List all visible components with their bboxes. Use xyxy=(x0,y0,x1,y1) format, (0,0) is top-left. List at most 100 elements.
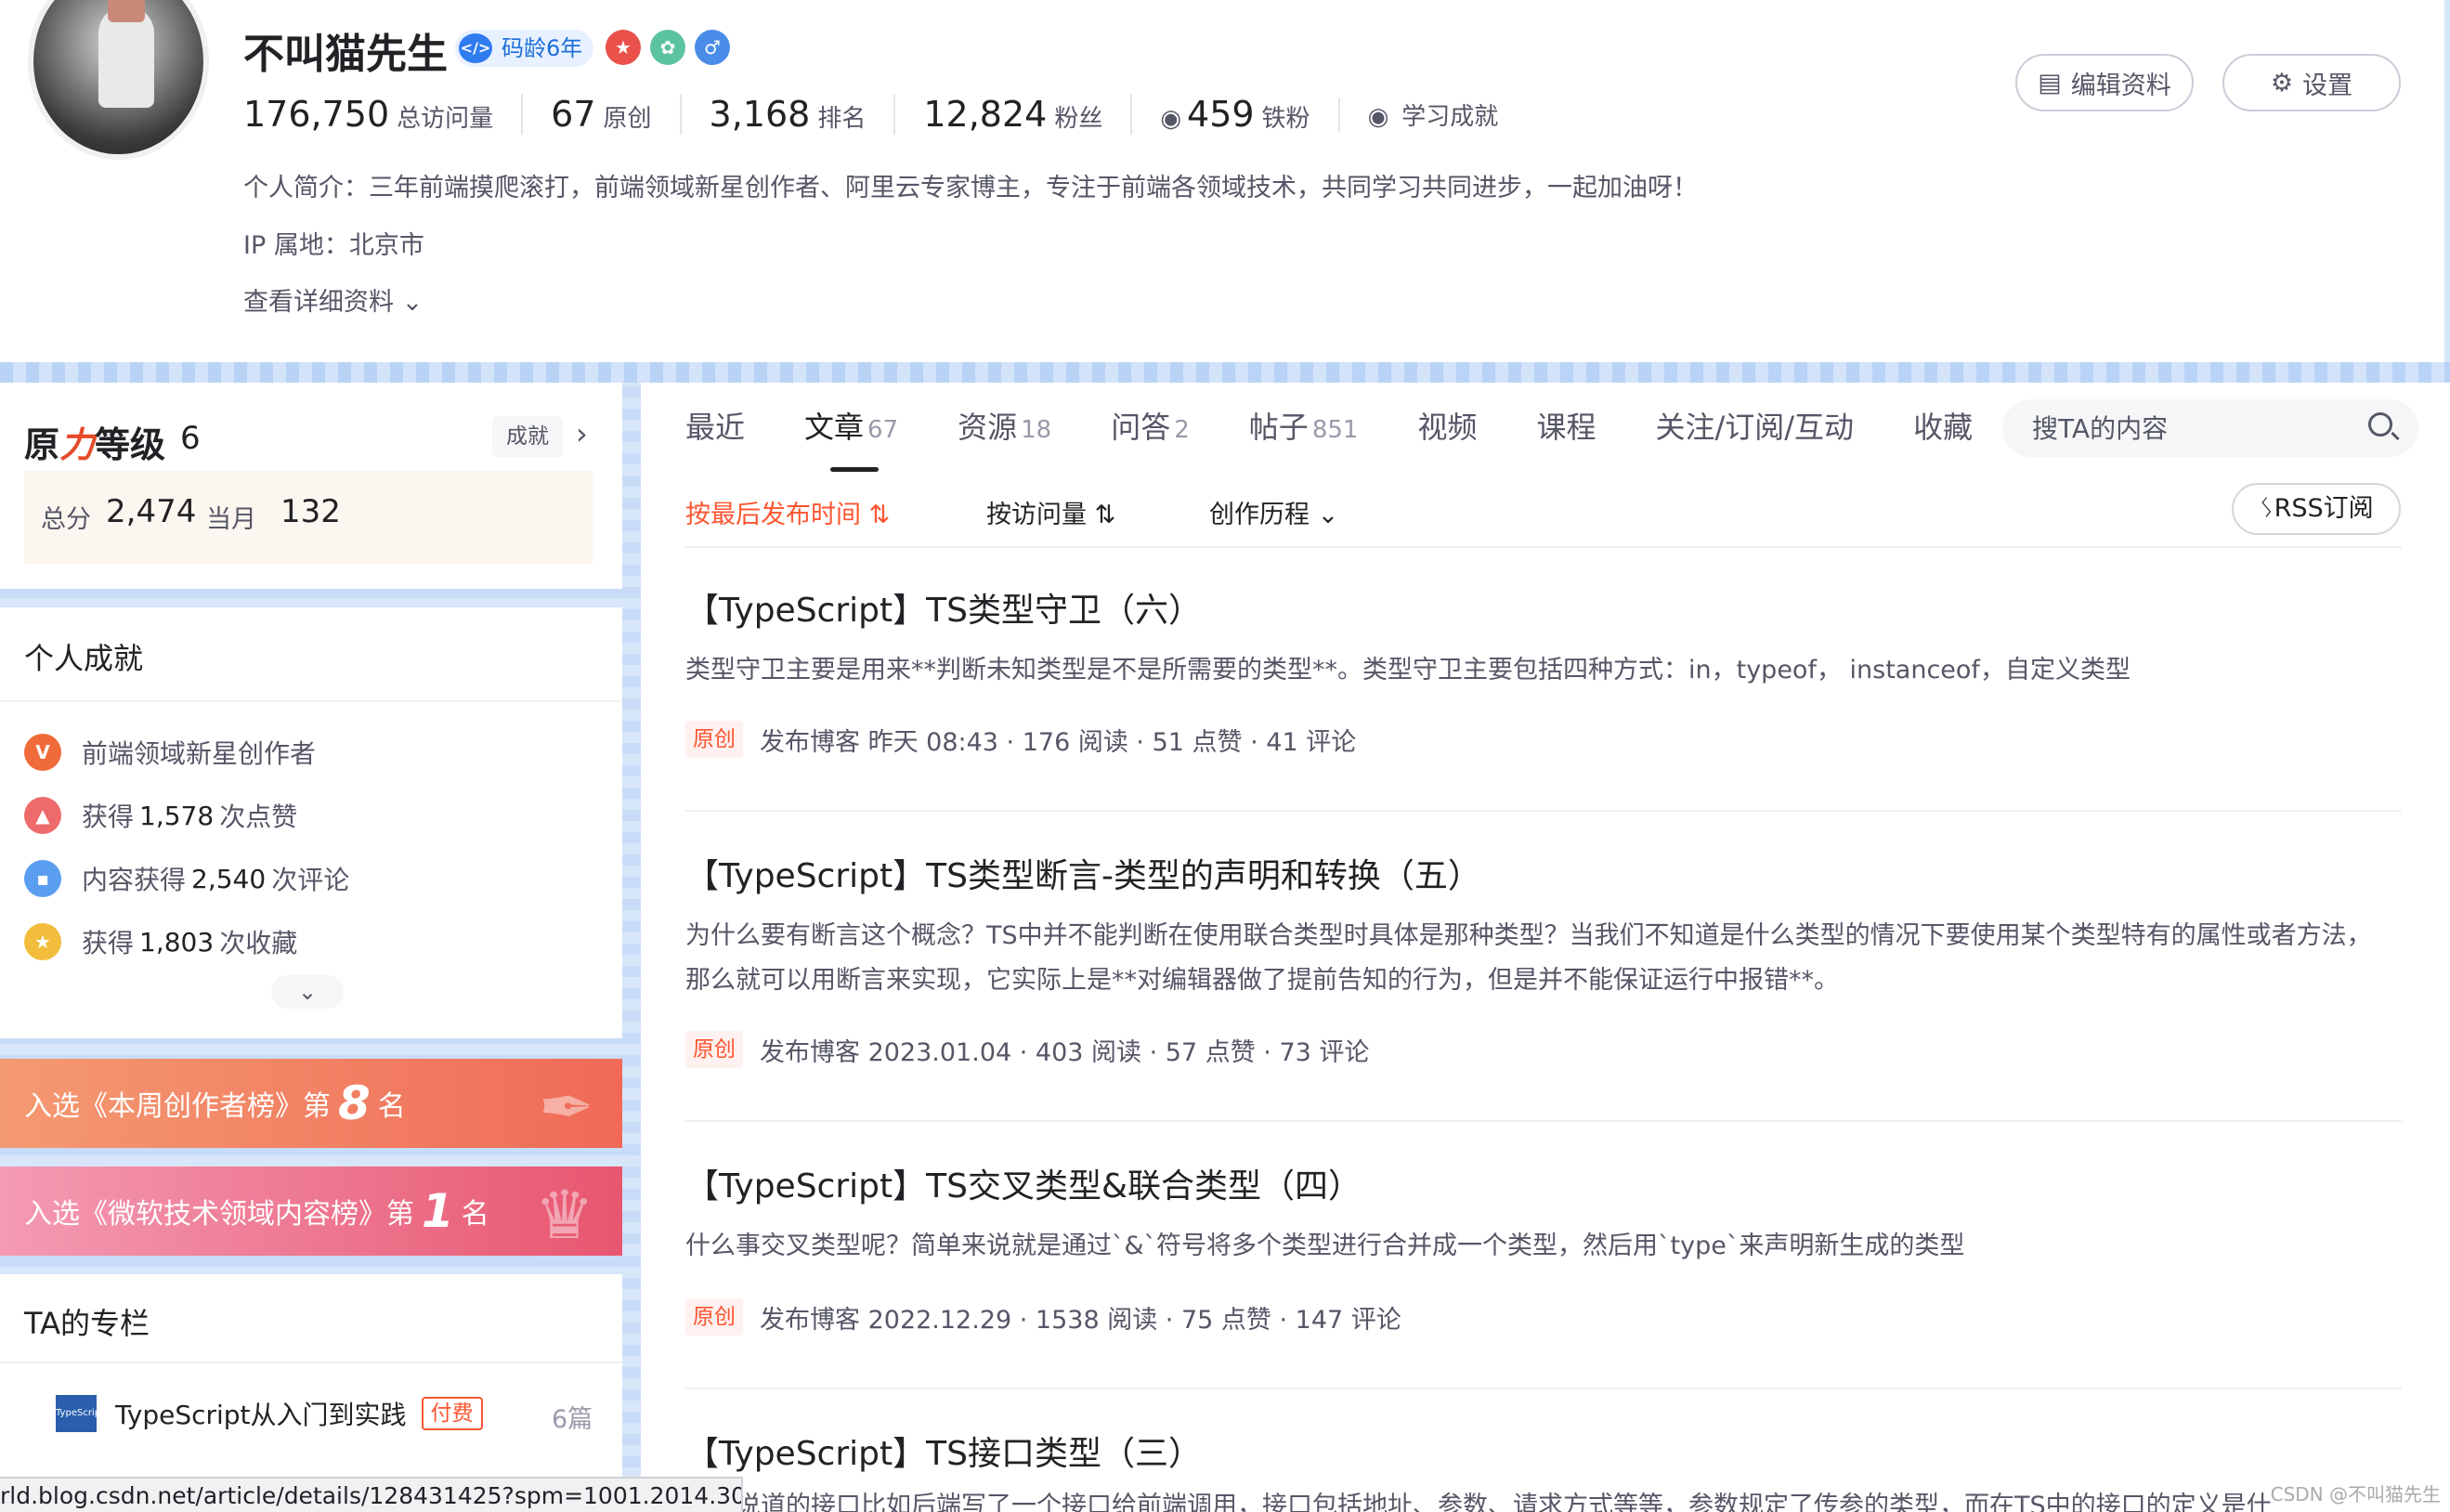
watermark: CSDN @不叫猫先生 xyxy=(2270,1483,2441,1505)
expand-achievements-button[interactable]: ⌄ xyxy=(271,975,344,1009)
tab-qa[interactable]: 问答 2 xyxy=(1111,383,1190,472)
profile-header: 不叫猫先生 </> 码龄6年 ★ ✿ ♂ 176,750 总访问量 67 原创 3,… xyxy=(0,0,2444,362)
article-title[interactable]: 【TypeScript】TS类型断言-类型的声明和转换（五） xyxy=(685,849,1481,897)
content-tabs: 最近 文章 67 资源 18 问答 2 帖子 851 视频 课程 关注/订阅/互动 收藏 xyxy=(685,383,2032,472)
achievement-item: ★ 获得 1,803 次收藏 xyxy=(24,921,297,962)
edit-profile-button[interactable]: ▤ 编辑资料 xyxy=(2015,54,2194,111)
article-meta: 原创 发布博客 2023.01.04 · 403 阅读 · 57 点赞 · 73… xyxy=(685,1031,1369,1068)
settings-button[interactable]: ⚙ 设置 xyxy=(2222,54,2401,111)
article-item[interactable]: 【TypeScript】TS类型断言-类型的声明和转换（五） 为什么要有断言这个… xyxy=(685,849,2402,1122)
divider xyxy=(0,700,622,702)
article-description: 为什么要有断言这个概念？TS中并不能判断在使用联合类型时具体是那种类型？当我们不… xyxy=(685,921,2372,995)
sort-icon: ⇅ xyxy=(1087,501,1116,529)
chevron-down-icon: ⌄ xyxy=(394,288,424,317)
star-icon: ★ xyxy=(24,923,61,960)
article-item[interactable]: 【TypeScript】TS交叉类型&联合类型（四） 什么事交叉类型呢？简单来说… xyxy=(685,1159,2402,1389)
article-title[interactable]: 【TypeScript】TS接口类型（三） xyxy=(685,1427,1202,1475)
column-item[interactable]: TypeScript TypeScript从入门到实践 付费 xyxy=(56,1393,483,1434)
search-icon[interactable] xyxy=(2368,412,2392,437)
weekly-rank-banner[interactable]: 入选《本周创作者榜》第 8 名 ✒ xyxy=(0,1059,622,1148)
rss-icon: ᛊ xyxy=(2259,494,2274,523)
view-details-link[interactable]: 查看详细资料 ⌄ xyxy=(243,281,423,318)
gender-male-icon[interactable]: ♂ xyxy=(695,30,730,65)
bio: 个人简介：三年前端摸爬滚打，前端领域新星创作者、阿里云专家博主，专注于前端各领域… xyxy=(243,174,1698,202)
achievement-button[interactable]: 成就 xyxy=(492,416,563,457)
column-count: 6篇 xyxy=(552,1405,593,1434)
sort-by-views[interactable]: 按访问量 ⇅ xyxy=(986,494,1115,530)
code-eye-icon: </> xyxy=(459,33,492,63)
link-status-bar: rld.blog.csdn.net/article/details/128431… xyxy=(0,1477,743,1512)
comment-icon: ▪ xyxy=(24,860,61,897)
article-title[interactable]: 【TypeScript】TS类型守卫（六） xyxy=(685,583,1202,632)
sort-icon: ⇅ xyxy=(861,501,891,529)
article-item[interactable]: 【TypeScript】TS类型守卫（六） 类型守卫主要是用来**判断未知类型是… xyxy=(685,583,2402,812)
article-description: 经常说道的接口比如后端写了一个接口给前端调用，接口包括地址、参数、请求方式等等，… xyxy=(685,1492,2272,1512)
achievement-item: ▲ 获得 1,578 次点赞 xyxy=(24,795,297,836)
creation-history-dropdown[interactable]: 创作历程 ⌄ xyxy=(1209,494,1338,530)
article-meta: 原创 发布博客 2022.12.29 · 1538 阅读 · 75 点赞 · 1… xyxy=(685,1298,1401,1336)
tab-articles[interactable]: 文章 67 xyxy=(804,383,898,472)
sort-by-time[interactable]: 按最后发布时间 ⇅ xyxy=(685,494,890,530)
tab-videos[interactable]: 视频 xyxy=(1417,383,1477,472)
gear-icon: ⚙ xyxy=(2270,68,2294,98)
tab-resources[interactable]: 资源 18 xyxy=(958,383,1051,472)
stat-iron-fans[interactable]: ◉ 459 铁粉 xyxy=(1130,94,1337,135)
stat-rank[interactable]: 3,168 排名 xyxy=(679,94,894,135)
sort-bar: 按最后发布时间 ⇅ 按访问量 ⇅ 创作历程 ⌄ ᛊRSS订阅 xyxy=(685,479,2402,548)
chevron-down-icon: ⌄ xyxy=(297,979,318,1005)
stat-fans[interactable]: 12,824 粉丝 xyxy=(893,94,1130,135)
search-input[interactable] xyxy=(2030,409,2350,448)
profile-banner-band xyxy=(0,362,2450,383)
original-tag: 原创 xyxy=(685,721,743,758)
column-thumbnail: TypeScript xyxy=(56,1395,104,1432)
scroll-edge xyxy=(2444,0,2450,362)
article-description: 类型守卫主要是用来**判断未知类型是不是所需要的类型**。类型守卫主要包括四种方… xyxy=(685,656,2131,684)
crown-icon: ♛ xyxy=(534,1176,594,1254)
original-tag: 原创 xyxy=(685,1031,743,1068)
achievements-title: 个人成就 xyxy=(24,641,144,676)
month-score: 132 xyxy=(280,493,341,530)
tab-favorites[interactable]: 收藏 xyxy=(1913,383,1973,472)
chevron-right-icon[interactable]: › xyxy=(576,416,588,451)
tab-follows[interactable]: 关注/订阅/互动 xyxy=(1655,383,1854,472)
level-number: 6 xyxy=(180,420,201,457)
tab-posts[interactable]: 帖子 851 xyxy=(1249,383,1359,472)
achievement-item: ▪ 内容获得 2,540 次评论 xyxy=(24,858,349,899)
stat-visits[interactable]: 176,750 总访问量 xyxy=(243,94,521,135)
tab-recent[interactable]: 最近 xyxy=(685,383,745,472)
like-icon: ▲ xyxy=(24,797,61,834)
v-badge-icon: V xyxy=(24,734,61,771)
pen-icon: ✒ xyxy=(538,1068,594,1146)
profile-stats: 176,750 总访问量 67 原创 3,168 排名 12,824 粉丝 ◉ 459 铁粉… xyxy=(243,91,1526,137)
eye-icon: ◉ xyxy=(1367,102,1389,131)
domain-rank-banner[interactable]: 入选《微软技术领域内容榜》第 1 名 ♛ xyxy=(0,1167,622,1256)
edit-doc-icon: ▤ xyxy=(2038,68,2062,98)
total-score: 2,474 xyxy=(106,493,197,530)
achievement-item: V 前端领域新星创作者 xyxy=(24,732,316,773)
level-title: 原力等级 xyxy=(24,424,166,465)
level-card: 原力等级 6 成就 › 总分 2,474 当月 132 xyxy=(0,383,622,589)
achievements-card: 个人成就 V 前端领域新星创作者 ▲ 获得 1,578 次点赞 ▪ 内容获得 2,54… xyxy=(0,607,622,1038)
article-meta: 原创 发布博客 昨天 08:43 · 176 阅读 · 51 点赞 · 41 评… xyxy=(685,721,1356,758)
ip-location: IP 属地：北京市 xyxy=(243,231,424,260)
community-icon[interactable]: ✿ xyxy=(650,30,685,65)
divider xyxy=(0,1362,622,1363)
chevron-down-icon: ⌄ xyxy=(1310,501,1339,529)
paid-tag: 付费 xyxy=(421,1397,483,1430)
tab-courses[interactable]: 课程 xyxy=(1536,383,1596,472)
search-box xyxy=(2002,399,2418,457)
user-name: 不叫猫先生 xyxy=(243,31,448,78)
article-title[interactable]: 【TypeScript】TS交叉类型&联合类型（四） xyxy=(685,1159,1362,1207)
code-age-badge[interactable]: </> 码龄6年 xyxy=(455,30,594,67)
medal-icon[interactable]: ★ xyxy=(606,30,641,65)
avatar[interactable] xyxy=(28,0,209,160)
article-item[interactable]: 【TypeScript】TS接口类型（三） 经常说道的接口比如后端写了一个接口给… xyxy=(685,1427,2402,1512)
stat-learning[interactable]: ◉ 学习成就 xyxy=(1337,97,1527,132)
score-box: 总分 2,474 当月 132 xyxy=(24,471,593,564)
columns-title: TA的专栏 xyxy=(24,1306,150,1341)
stat-original[interactable]: 67 原创 xyxy=(521,94,679,135)
article-description: 什么事交叉类型呢？简单来说就是通过`&`符号将多个类型进行合并成一个类型，然后用… xyxy=(685,1232,1965,1260)
original-tag: 原创 xyxy=(685,1298,743,1336)
rss-subscribe-button[interactable]: ᛊRSS订阅 xyxy=(2232,483,2401,535)
eye-icon: ◉ xyxy=(1160,105,1182,133)
